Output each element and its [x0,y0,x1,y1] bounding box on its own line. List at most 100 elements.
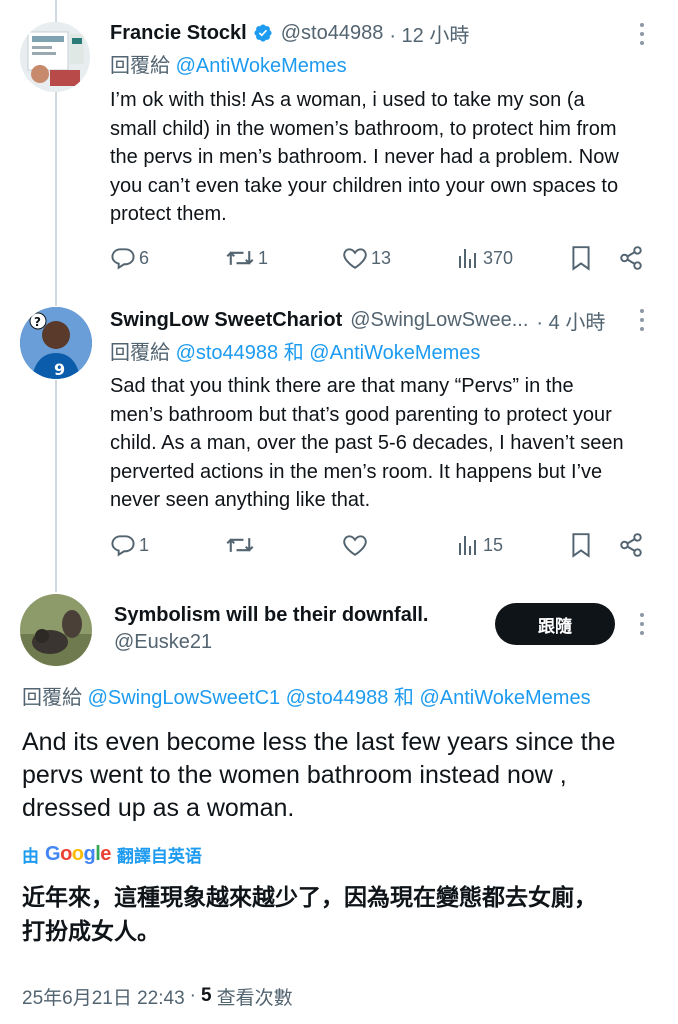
repost-icon [226,538,254,552]
action-bar: 6 1 13 370 [110,243,644,273]
tweet-text-line: the pervs in men’s bathroom. I never had… [110,146,619,168]
tweet-text: Sad that you think there are that many “… [110,372,670,515]
reply-to-line: 回覆給 @AntiWokeMemes [110,52,347,80]
thread-line-1 [55,92,57,306]
repost-button[interactable]: 1 [225,243,268,273]
svg-text:9: 9 [54,360,65,379]
bookmark-icon [572,533,590,558]
tweet-meta: 25年6月21日 22:43 · 5 查看次數 [22,982,293,1010]
view-count: 370 [483,247,514,268]
mention-link[interactable]: @sto44988 [286,687,389,709]
more-options-icon[interactable] [639,23,645,49]
verified-badge-icon [253,23,273,43]
tweet-text-line: never seen anything like that. [110,489,371,511]
repost-icon [226,251,254,265]
reply-icon [111,248,135,270]
thread-line-2 [55,380,57,592]
heart-icon [343,535,367,556]
like-count: 13 [371,247,392,268]
reply-to-label: 回覆給 [110,55,170,77]
reply-and-label: 和 [283,342,304,364]
mention-link[interactable]: @AntiWokeMemes [419,687,590,709]
tweet-text-line: I’m ok with this! As a woman, i used to … [110,89,585,111]
reply-count: 1 [139,534,150,555]
bookmark-icon [572,246,590,271]
repost-count: 1 [258,247,269,268]
heart-icon [343,248,367,269]
tweet-text-line: And its even become less the last few ye… [22,728,616,756]
action-bar: 1 15 [110,530,644,560]
mention-link[interactable]: @SwingLowSweetC1 [88,687,281,709]
reply-to-line: 回覆給 @sto44988 和 @AntiWokeMemes [110,339,480,367]
reply2-header: SwingLow SweetChariot @SwingLowSwee... ·… [110,305,605,335]
tweet-text: And its even become less the last few ye… [22,726,662,825]
timestamp[interactable]: · 4 小時 [536,306,605,335]
meta-separator: · [189,985,196,1006]
view-count: 15 [483,534,504,555]
tweet-text-line: small child) in the women’s bathroom, to… [110,117,617,140]
mention-link[interactable]: @sto44988 [176,342,279,364]
tweet-text-line: Sad that you think there are that many “… [110,375,574,397]
tweet-text-line: protect them. [110,203,227,225]
avatar-image [20,22,90,92]
translation-attribution[interactable]: 由 Google 翻譯自英语 [22,840,202,868]
reply-icon [111,535,135,557]
translated-text: 近年來，這種現象越來越少了，因為現在變態都去女廁， 打扮成女人。 [22,880,662,948]
timestamp[interactable]: · 12 小時 [389,19,469,48]
tweet-text-line: you can’t even take your children into y… [110,174,619,197]
reply-to-label: 回覆給 [110,342,170,364]
avatar[interactable] [20,22,90,92]
google-logo: Google [45,842,111,865]
reply-button[interactable]: 6 [110,243,149,273]
tweet-text-line: dressed up as a woman. [22,794,295,822]
thread-line-top [55,0,57,22]
views-button[interactable]: 15 [456,530,503,560]
mention-link[interactable]: @AntiWokeMemes [309,342,480,364]
avatar-image [20,594,92,666]
handle[interactable]: @sto44988 [281,22,384,45]
share-button[interactable] [618,530,644,560]
translate-label: 翻譯自英语 [116,846,202,866]
views-button[interactable]: 370 [456,243,513,273]
avatar-image: 9 ? [20,307,92,379]
avatar[interactable] [20,594,92,666]
translated-text-line: 打扮成女人。 [22,918,160,944]
display-name[interactable]: Francie Stockl [110,22,247,45]
follow-button[interactable]: 跟隨 [495,603,615,645]
handle[interactable]: @Euske21 [114,631,212,654]
reply-button[interactable]: 1 [110,530,149,560]
like-button[interactable]: 13 [342,243,391,273]
post-date[interactable]: 25年6月21日 22:43 [22,983,185,1010]
handle[interactable]: @SwingLowSwee... [350,309,528,332]
reply1-header: Francie Stockl @sto44988 · 12 小時 [110,18,469,48]
translated-text-line: 近年來，這種現象越來越少了，因為現在變態都去女廁， [22,884,597,910]
views-count: 5 [201,985,212,1006]
tweet-text-line: child. As a man, over the past 5-6 decad… [110,432,624,454]
reply-and-label: 和 [393,687,414,709]
tweet-text-line: pervs went to the women bathroom instead… [22,761,567,789]
share-icon [620,246,642,270]
translate-by-label: 由 [22,846,39,866]
reply-to-line: 回覆給 @SwingLowSweetC1 @sto44988 和 @AntiWo… [22,684,591,712]
mention-link[interactable]: @AntiWokeMemes [176,55,347,77]
tweet-text-line: perverted actions in the men’s room. It … [110,460,603,483]
avatar[interactable]: 9 ? [20,307,92,379]
more-options-icon[interactable] [639,613,645,639]
display-name[interactable]: Symbolism will be their downfall. [114,604,429,627]
reply-count: 6 [139,247,150,268]
display-name[interactable]: SwingLow SweetChariot [110,309,342,332]
tweet-text-line: men’s bathroom but that’s good parenting… [110,403,612,426]
tweet-text: I’m ok with this! As a woman, i used to … [110,86,670,229]
svg-text:?: ? [34,315,41,329]
bookmark-button[interactable] [570,530,592,560]
like-button[interactable] [342,530,371,560]
bookmark-button[interactable] [570,243,592,273]
views-icon [459,249,476,268]
more-options-icon[interactable] [639,309,645,335]
views-icon [459,536,476,555]
repost-button[interactable] [225,530,258,560]
share-button[interactable] [618,243,644,273]
views-label: 查看次數 [216,987,293,1009]
share-icon [620,533,642,557]
reply-to-label: 回覆給 [22,687,82,709]
